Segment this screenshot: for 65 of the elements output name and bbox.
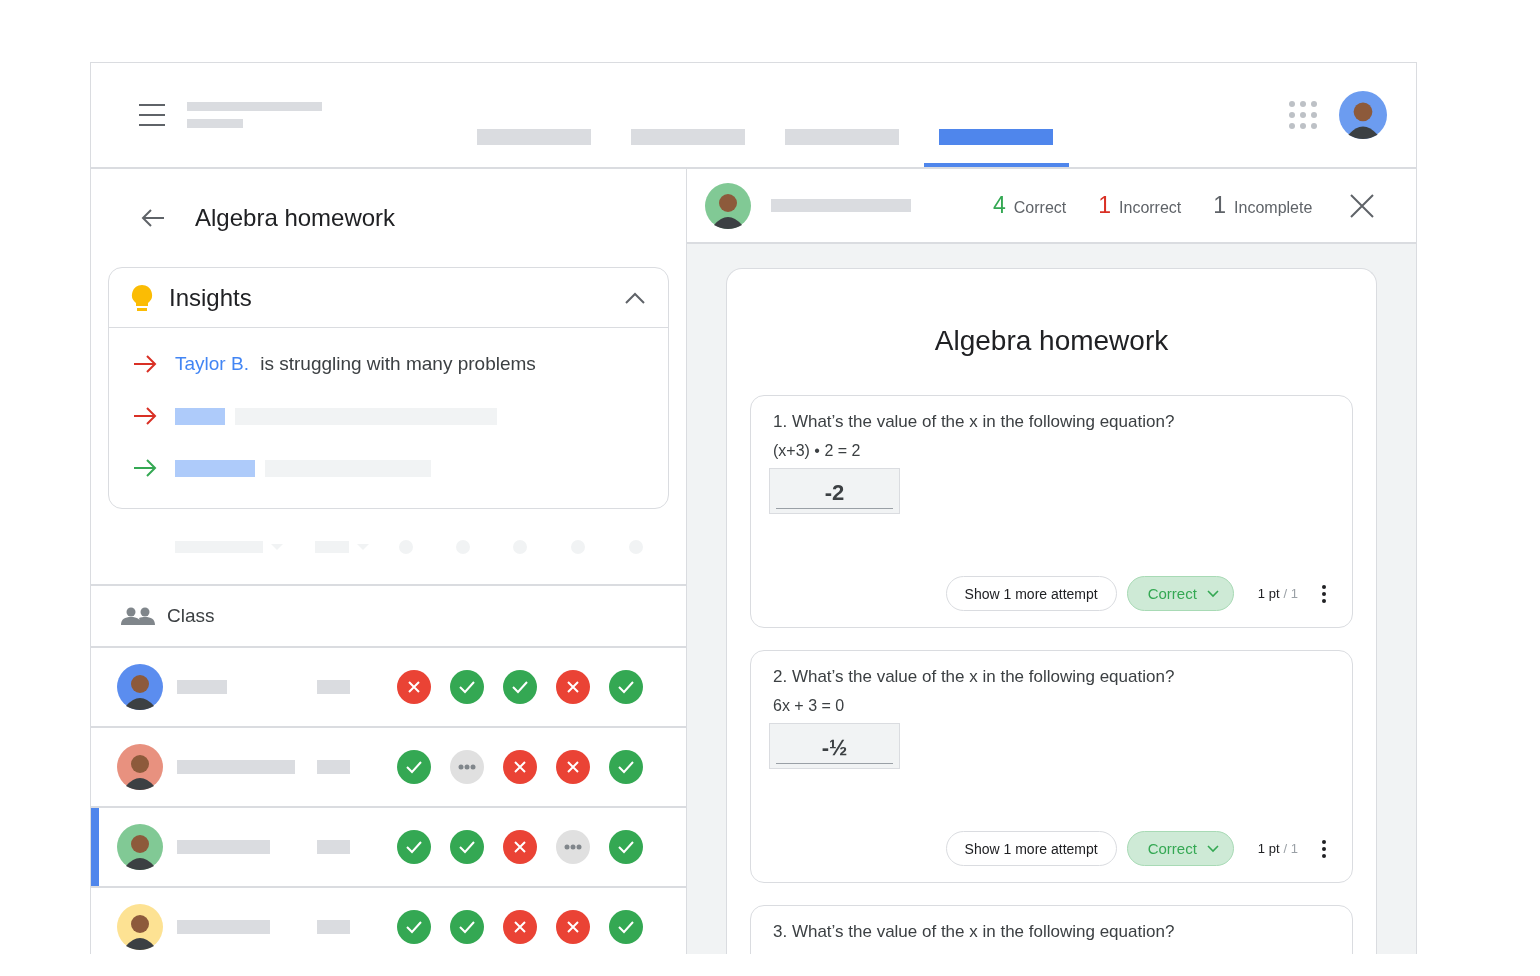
cross-icon [397, 670, 431, 704]
equation: (x+3) • 2 = 2 [773, 442, 862, 460]
stat-count: 1 [1098, 192, 1112, 219]
show-attempt-button[interactable]: Show 1 more attempt [945, 831, 1117, 866]
check-icon [450, 670, 484, 704]
insight-text: Taylor B. is struggling with many problems [175, 353, 536, 375]
question-text: 3. What’s the value of the x in the following equation? [773, 922, 1176, 942]
text-placeholder [177, 680, 227, 694]
text-placeholder [317, 680, 350, 694]
people-icon [121, 607, 155, 625]
check-icon [609, 750, 643, 784]
show-attempt-button[interactable]: Show 1 more attempt [945, 576, 1117, 611]
text-placeholder [317, 840, 350, 854]
text-placeholder [317, 760, 350, 774]
points: 1 pt [1257, 586, 1280, 601]
question-text: 2. What’s the value of the x in the following equation? [773, 667, 1176, 687]
cross-icon [556, 750, 590, 784]
lightbulb-icon [131, 283, 153, 312]
check-icon [397, 910, 431, 944]
cross-icon [503, 910, 537, 944]
grade-dropdown[interactable]: Correct [1126, 831, 1234, 866]
check-icon [503, 670, 537, 704]
ellipsis-icon [450, 750, 484, 784]
cross-icon [503, 750, 537, 784]
check-icon [609, 910, 643, 944]
menu-icon[interactable] [139, 104, 165, 126]
check-icon [450, 830, 484, 864]
check-icon [609, 830, 643, 864]
check-icon [397, 830, 431, 864]
max-points: / 1 [1283, 586, 1298, 601]
avatar [1339, 91, 1387, 139]
assignment-title: Algebra homework [195, 204, 396, 232]
question-text: 1. What’s the value of the x in the following equation? [773, 412, 1176, 432]
paper-title: Algebra homework [933, 324, 1170, 358]
link-placeholder [175, 407, 225, 425]
text-placeholder [187, 119, 243, 128]
student-row[interactable] [91, 808, 686, 888]
stat-label: Incomplete [1234, 199, 1313, 217]
text-placeholder [317, 920, 350, 934]
student-link[interactable]: Taylor B. [175, 353, 249, 374]
caret-icon [1206, 844, 1219, 853]
avatar [705, 182, 751, 229]
stat-label: Correct [1013, 199, 1067, 217]
check-icon [397, 750, 431, 784]
grade-dropdown[interactable]: Correct [1126, 576, 1234, 611]
cross-icon [556, 670, 590, 704]
stat-count: 1 [1213, 192, 1227, 219]
stat-label: Incorrect [1119, 199, 1182, 217]
points: 1 pt [1257, 841, 1280, 856]
check-icon [609, 670, 643, 704]
class-label: Class [167, 605, 215, 627]
cross-icon [556, 910, 590, 944]
back-arrow-icon[interactable] [141, 208, 165, 228]
insights-title: Insights [169, 283, 253, 312]
stat-count: 4 [993, 192, 1006, 219]
check-icon [450, 910, 484, 944]
ellipsis-icon [556, 830, 590, 864]
cross-icon [503, 830, 537, 864]
caret-icon [1206, 589, 1219, 598]
max-points: / 1 [1283, 841, 1298, 856]
answer-box: -2 [769, 468, 900, 514]
equation: 6x + 3 = 0 [773, 697, 846, 715]
collapse-chevron-icon[interactable] [624, 290, 646, 305]
close-icon[interactable] [1350, 193, 1375, 218]
answer-box: -½ [769, 723, 900, 769]
